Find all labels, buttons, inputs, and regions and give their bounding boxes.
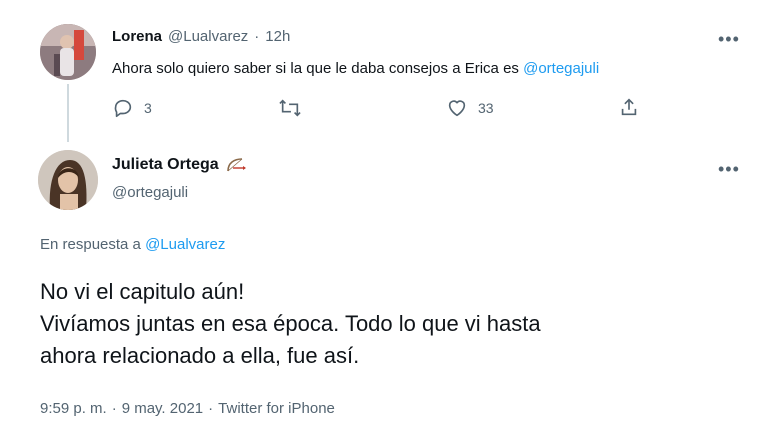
share-action[interactable] (618, 96, 640, 118)
avatar-julieta[interactable] (38, 150, 98, 210)
tweet-text-body: Ahora solo quiero saber si la que le dab… (112, 60, 519, 77)
like-count: 33 (478, 100, 494, 116)
replying-label: En respuesta a (40, 236, 141, 253)
share-icon (621, 98, 637, 116)
meta-separator: · (111, 400, 117, 417)
author-handle[interactable]: @ortegajuli (112, 184, 188, 201)
time-separator: · (254, 28, 260, 45)
retweet-icon (279, 99, 301, 117)
retweet-action[interactable] (278, 97, 302, 119)
tweet-meta: 9:59 p. m. · 9 may. 2021 · Twitter for i… (40, 400, 335, 417)
author-name[interactable]: Lorena (112, 28, 162, 45)
tweet-meta-source: Twitter for iPhone (218, 400, 335, 417)
like-action[interactable]: 33 (446, 97, 494, 119)
replying-to: En respuesta a @Lualvarez (40, 236, 225, 253)
mention-link[interactable]: @ortegajuli (523, 60, 599, 77)
more-options-icon[interactable]: ••• (718, 30, 740, 48)
tweet-text-julieta: No vi el capitulo aún! Vivíamos juntas e… (40, 276, 541, 372)
bow-arrow-emoji-icon (226, 158, 246, 172)
heart-icon (448, 100, 466, 117)
more-options-icon[interactable]: ••• (718, 160, 740, 178)
reply-icon (114, 99, 132, 118)
tweet-time[interactable]: 12h (265, 28, 290, 45)
avatar-lorena-image (40, 24, 96, 80)
reply-action[interactable]: 3 (112, 97, 152, 119)
thread-connector-line (67, 84, 69, 142)
tweet-text-line: No vi el capitulo aún! (40, 279, 245, 304)
tweet-text-line: Vivíamos juntas en esa época. Todo lo qu… (40, 311, 541, 336)
tweet-text-lorena: Ahora solo quiero saber si la que le dab… (112, 60, 599, 77)
tweet-meta-time[interactable]: 9:59 p. m. (40, 400, 107, 417)
tweet-header-lorena: Lorena @Lualvarez · 12h (112, 28, 290, 45)
tweet-header-julieta: Julieta Ortega (112, 156, 247, 174)
author-handle[interactable]: @Lualvarez (168, 28, 248, 45)
reply-count: 3 (144, 100, 152, 116)
replying-mention-link[interactable]: @Lualvarez (145, 236, 225, 253)
tweet-text-line: ahora relacionado a ella, fue así. (40, 343, 360, 368)
avatar-julieta-image (38, 150, 98, 210)
author-name[interactable]: Julieta Ortega (112, 156, 219, 174)
meta-separator: · (208, 400, 214, 417)
tweet-meta-date[interactable]: 9 may. 2021 (122, 400, 203, 417)
avatar-lorena[interactable] (40, 24, 96, 80)
